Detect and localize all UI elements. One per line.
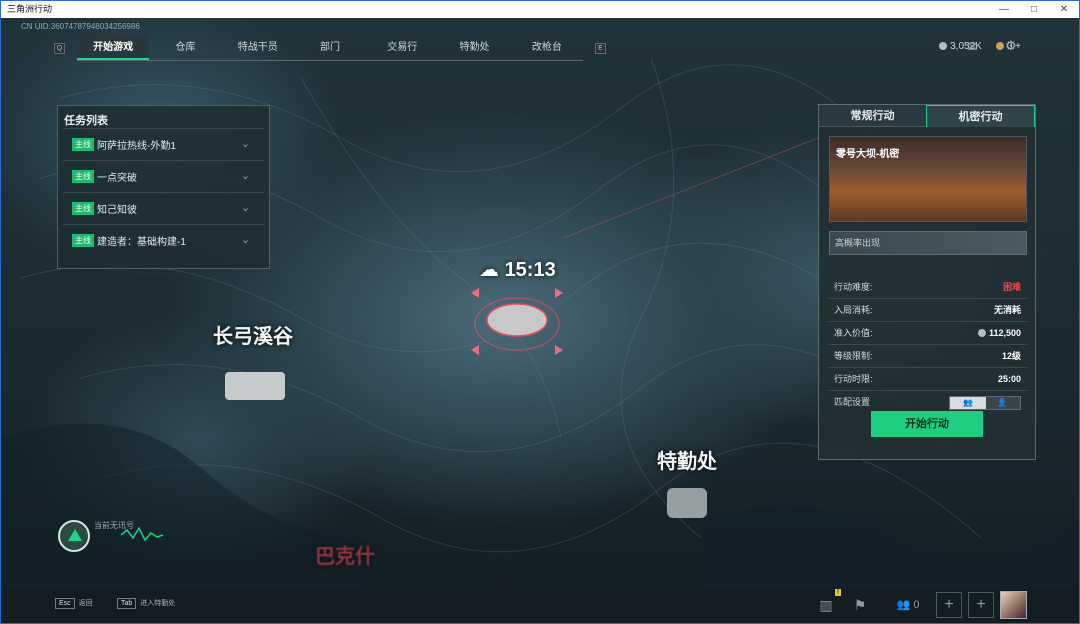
tab-special-service[interactable]: 特勤处	[438, 35, 510, 60]
chevron-down-icon: ⌄	[240, 138, 250, 150]
tab-normal-operation[interactable]: 常规行动	[819, 105, 926, 127]
uid-text: CN UID:36074787948034256986	[21, 22, 140, 31]
main-quest-badge: 主线	[72, 138, 94, 151]
close-button[interactable]: ✕	[1049, 1, 1079, 18]
tab-department[interactable]: 部门	[294, 35, 366, 60]
task-item[interactable]: 主线 一点突破 ⌄	[63, 160, 264, 192]
task-item[interactable]: 主线 知己知彼 ⌄	[63, 192, 264, 224]
cloud-icon: ☁	[479, 259, 499, 281]
flag-icon[interactable]: ⚑	[847, 592, 873, 618]
e-key-hint: E	[595, 43, 606, 54]
solo-icon[interactable]: 👤	[984, 397, 1020, 409]
map-time: ☁ 15:13	[479, 259, 556, 281]
row-time-limit: 行动时限: 25:00	[829, 368, 1027, 391]
location-changgong[interactable]: 长弓溪谷	[213, 320, 293, 349]
maximize-button[interactable]: □	[1019, 1, 1049, 18]
match-toggle[interactable]: 👥 👤	[949, 396, 1021, 410]
chevron-down-icon: ⌄	[240, 170, 250, 182]
location-bakeshi[interactable]: 巴克什	[315, 540, 375, 569]
tab-gunsmith[interactable]: 改枪台	[511, 35, 583, 60]
coin-icon	[939, 42, 948, 50]
tab-operators[interactable]: 特战干员	[222, 35, 294, 60]
gear-icon[interactable]: ⚙	[1005, 38, 1017, 54]
gold-coin-icon	[995, 42, 1004, 50]
window-title: 三角洲行动	[7, 4, 53, 14]
tab-warehouse[interactable]: 仓库	[149, 35, 221, 60]
map-name: 零号大坝-机密	[836, 149, 900, 160]
coin-icon	[977, 329, 986, 337]
task-item[interactable]: 主线 阿萨拉热线-外勤1 ⌄	[63, 128, 264, 160]
main-nav: 开始游戏 仓库 特战干员 部门 交易行 特勤处 改枪台	[77, 35, 583, 61]
main-quest-badge: 主线	[72, 202, 94, 215]
tab-enter-button[interactable]: Tab 进入特勤处	[117, 598, 175, 609]
main-quest-badge: 主线	[72, 234, 94, 247]
tab-secret-operation[interactable]: 机密行动	[926, 105, 1035, 127]
radio-icon[interactable]	[58, 520, 90, 552]
tab-trade[interactable]: 交易行	[366, 35, 438, 60]
task-list-title: 任务列表	[64, 115, 108, 127]
esc-back-button[interactable]: Esc 返回	[55, 598, 93, 609]
window-titlebar: 三角洲行动 — □ ✕	[1, 1, 1079, 18]
mail-icon[interactable]: ✉	[967, 39, 978, 55]
add-teammate-button[interactable]: +	[968, 592, 994, 618]
row-entry-cost: 入局消耗: 无消耗	[829, 299, 1027, 322]
alert-badge: !	[835, 589, 841, 596]
tab-start-game[interactable]: 开始游戏	[77, 35, 150, 60]
chevron-down-icon: ⌄	[240, 202, 250, 214]
minimize-button[interactable]: —	[989, 1, 1019, 18]
friends-icon[interactable]: 👥 0	[891, 592, 925, 618]
row-difficulty: 行动难度: 困难	[829, 276, 1027, 299]
add-teammate-button[interactable]: +	[936, 592, 962, 618]
game-window: 三角洲行动 — □ ✕ CN UID:36074787948034256986 …	[0, 0, 1080, 624]
operation-panel: 常规行动 机密行动 零号大坝-机密 高概率出现 行动难度: 困难 入局消耗: 无消耗…	[818, 104, 1036, 460]
map-preview[interactable]: 零号大坝-机密	[829, 136, 1027, 222]
row-entry-value: 准入价值: 112,500	[829, 322, 1027, 345]
start-operation-button[interactable]: 开始行动	[871, 411, 983, 437]
location-teqin[interactable]: 特勤处	[657, 445, 717, 474]
q-key-hint: Q	[54, 43, 65, 54]
task-item[interactable]: 主线 建造者：基础构建-1 ⌄	[63, 224, 264, 256]
squad-icon[interactable]: 👥	[950, 397, 986, 409]
avatar[interactable]	[1000, 591, 1027, 619]
high-probability-banner: 高概率出现	[829, 231, 1027, 255]
game-stage: CN UID:36074787948034256986 Q 开始游戏 仓库 特战…	[1, 18, 1079, 623]
main-quest-badge: 主线	[72, 170, 94, 183]
radio-status: 当前无讯号	[94, 521, 134, 530]
row-level-limit: 等级限制: 12级	[829, 345, 1027, 368]
chevron-down-icon: ⌄	[240, 234, 250, 246]
task-list-panel: 任务列表 主线 阿萨拉热线-外勤1 ⌄ 主线 一点突破 ⌄ 主线 知己知彼 ⌄ 主线 建造者：…	[57, 105, 270, 269]
